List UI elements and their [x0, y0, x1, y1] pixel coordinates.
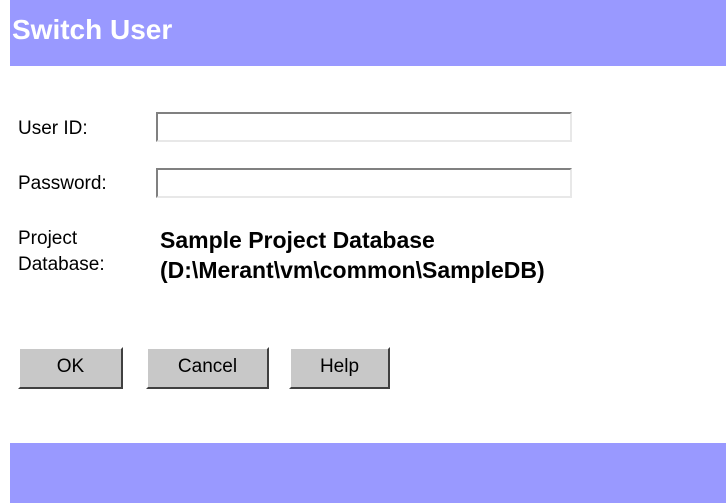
- switch-user-page: Switch User User ID: Password: Project D…: [0, 0, 726, 503]
- project-database-label-line2: Database:: [18, 254, 105, 275]
- user-id-input[interactable]: [156, 112, 572, 142]
- project-database-path: (D:\Merant\vm\common\SampleDB): [160, 257, 545, 283]
- project-database-name: Sample Project Database: [160, 227, 435, 253]
- password-label: Password:: [18, 173, 107, 194]
- title-bar: Switch User: [10, 0, 726, 66]
- help-button[interactable]: Help: [289, 347, 390, 389]
- password-input[interactable]: [156, 168, 572, 198]
- help-button-label: Help: [319, 356, 360, 377]
- ok-button-label: OK: [56, 356, 85, 377]
- user-id-label: User ID:: [18, 118, 88, 139]
- ok-button[interactable]: OK: [18, 347, 123, 389]
- project-database-value: Sample Project Database (D:\Merant\vm\co…: [160, 225, 545, 285]
- project-database-label-line1: Project: [18, 228, 78, 249]
- cancel-button-label: Cancel: [177, 356, 238, 377]
- page-title: Switch User: [12, 14, 173, 45]
- cancel-button[interactable]: Cancel: [146, 347, 269, 389]
- bottom-bar: [10, 443, 726, 503]
